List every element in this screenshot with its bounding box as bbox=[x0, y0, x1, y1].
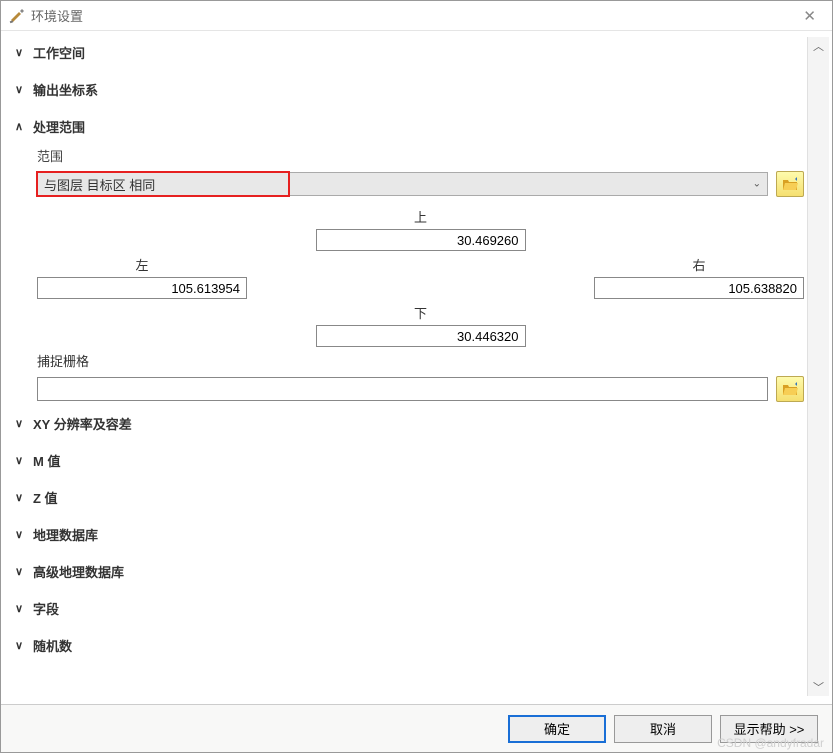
section-label: 处理范围 bbox=[33, 117, 85, 136]
section-extent[interactable]: ∧ 处理范围 bbox=[15, 111, 804, 142]
extent-grid: 上 左 右 下 bbox=[37, 207, 804, 337]
cancel-button[interactable]: 取消 bbox=[614, 715, 712, 743]
section-label: 随机数 bbox=[33, 636, 72, 655]
section-label: Z 值 bbox=[33, 488, 58, 507]
close-button[interactable]: ✕ bbox=[795, 5, 824, 27]
extent-left-input[interactable] bbox=[37, 277, 247, 299]
browse-extent-button[interactable] bbox=[776, 171, 804, 197]
section-label: 高级地理数据库 bbox=[33, 562, 124, 581]
section-label: M 值 bbox=[33, 451, 60, 470]
extent-dropdown[interactable]: 与图层 目标区 相同 ⌄ bbox=[37, 172, 768, 196]
chevron-down-icon: ∨ bbox=[15, 83, 29, 96]
section-advanced-geodatabase[interactable]: ∨ 高级地理数据库 bbox=[15, 556, 804, 587]
chevron-down-icon: ∨ bbox=[15, 454, 29, 467]
section-geodatabase[interactable]: ∨ 地理数据库 bbox=[15, 519, 804, 550]
chevron-down-icon: ∨ bbox=[15, 528, 29, 541]
section-label: 输出坐标系 bbox=[33, 80, 98, 99]
chevron-down-icon: ∨ bbox=[15, 602, 29, 615]
window-title: 环境设置 bbox=[31, 6, 795, 25]
extent-bottom-input[interactable] bbox=[316, 325, 526, 347]
chevron-down-icon: ⌄ bbox=[753, 179, 761, 190]
section-label: 地理数据库 bbox=[33, 525, 98, 544]
section-xy-resolution[interactable]: ∨ XY 分辨率及容差 bbox=[15, 408, 804, 439]
section-label: 字段 bbox=[33, 599, 59, 618]
chevron-down-icon: ∨ bbox=[15, 565, 29, 578]
extent-top-label: 上 bbox=[316, 207, 526, 226]
extent-right-input[interactable] bbox=[594, 277, 804, 299]
vertical-scrollbar[interactable]: ︿ ﹀ bbox=[807, 37, 829, 696]
extent-left-label: 左 bbox=[37, 255, 247, 274]
titlebar: 环境设置 ✕ bbox=[1, 1, 832, 31]
settings-icon bbox=[9, 8, 25, 24]
content-area: ∨ 工作空间 ∨ 输出坐标系 ∧ 处理范围 范围 与图层 目标区 相同 ⌄ bbox=[15, 37, 804, 696]
button-bar: 确定 取消 显示帮助 >> bbox=[1, 704, 832, 752]
chevron-down-icon: ∨ bbox=[15, 639, 29, 652]
section-output-cs[interactable]: ∨ 输出坐标系 bbox=[15, 74, 804, 105]
section-random[interactable]: ∨ 随机数 bbox=[15, 630, 804, 661]
section-label: 工作空间 bbox=[33, 43, 85, 62]
ok-button[interactable]: 确定 bbox=[508, 715, 606, 743]
extent-right-label: 右 bbox=[594, 255, 804, 274]
extent-label: 范围 bbox=[37, 146, 804, 165]
show-help-button[interactable]: 显示帮助 >> bbox=[720, 715, 818, 743]
extent-bottom-label: 下 bbox=[316, 303, 526, 322]
snap-raster-label: 捕捉栅格 bbox=[37, 351, 804, 370]
section-fields[interactable]: ∨ 字段 bbox=[15, 593, 804, 624]
dropdown-value: 与图层 目标区 相同 bbox=[44, 175, 155, 194]
extent-body: 范围 与图层 目标区 相同 ⌄ 上 左 bbox=[15, 142, 804, 402]
chevron-down-icon: ∨ bbox=[15, 46, 29, 59]
chevron-down-icon: ∨ bbox=[15, 417, 29, 430]
chevron-up-icon: ∧ bbox=[15, 120, 29, 133]
scroll-up-icon[interactable]: ︿ bbox=[808, 37, 829, 55]
section-label: XY 分辨率及容差 bbox=[33, 414, 132, 433]
snap-raster-input[interactable] bbox=[37, 377, 768, 401]
section-workspace[interactable]: ∨ 工作空间 bbox=[15, 37, 804, 68]
section-z-values[interactable]: ∨ Z 值 bbox=[15, 482, 804, 513]
extent-top-input[interactable] bbox=[316, 229, 526, 251]
scroll-down-icon[interactable]: ﹀ bbox=[808, 678, 829, 696]
section-m-values[interactable]: ∨ M 值 bbox=[15, 445, 804, 476]
browse-snap-button[interactable] bbox=[776, 376, 804, 402]
chevron-down-icon: ∨ bbox=[15, 491, 29, 504]
